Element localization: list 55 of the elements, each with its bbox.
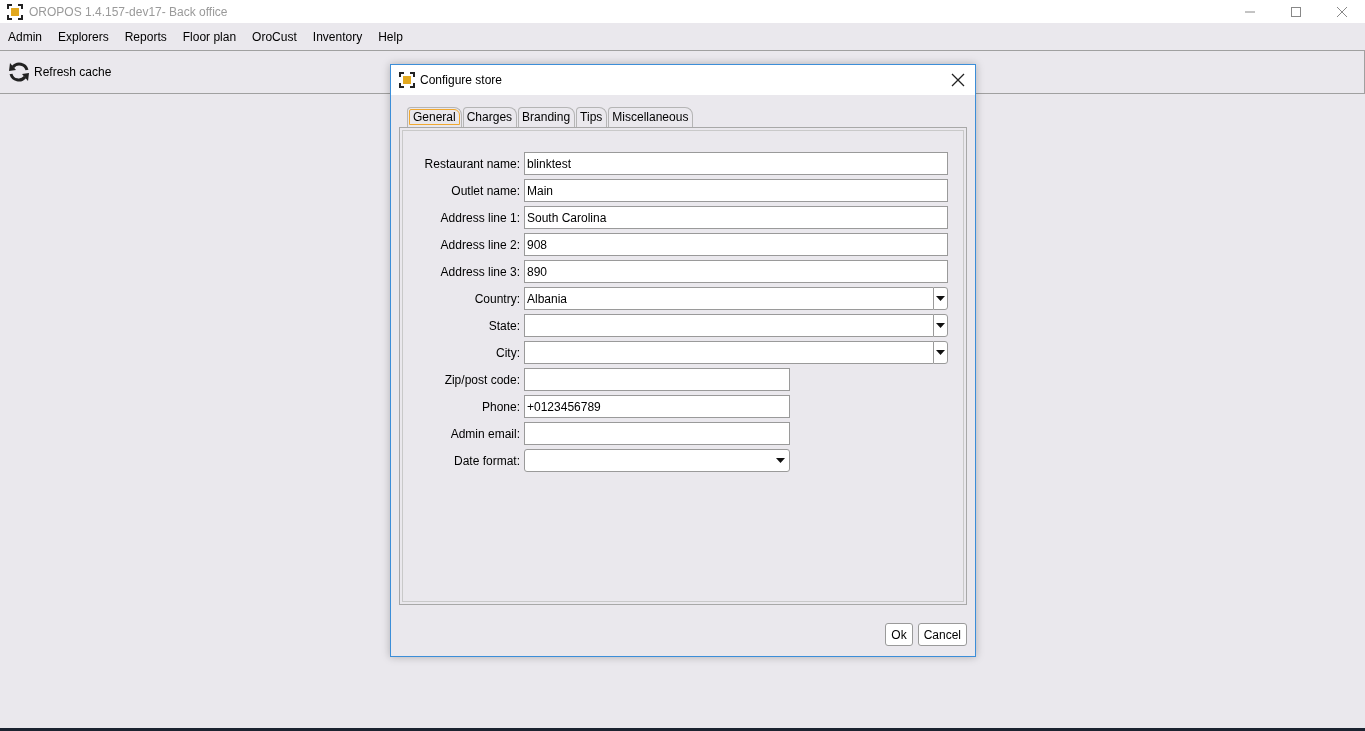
menu-item[interactable]: Explorers xyxy=(52,29,115,44)
dropdown-field[interactable] xyxy=(524,449,790,472)
menu-item[interactable]: Help xyxy=(372,29,409,44)
dropdown-button[interactable] xyxy=(933,314,948,337)
dialog-button[interactable]: Cancel xyxy=(917,623,967,646)
field-label: Zip/post code: xyxy=(443,372,521,387)
menu-item[interactable]: Reports xyxy=(118,29,173,44)
caret-icon xyxy=(936,296,945,301)
app-logo-icon xyxy=(7,3,23,20)
text-field[interactable]: +0123456789 xyxy=(524,395,790,418)
tab[interactable]: Tips xyxy=(576,107,608,127)
field-label: City: xyxy=(495,345,521,360)
menu-item[interactable]: OroCust xyxy=(246,29,303,44)
field-label: Admin email: xyxy=(449,426,521,441)
combo-field[interactable] xyxy=(524,341,933,364)
dialog-title: Configure store xyxy=(420,73,503,87)
menu-item[interactable]: Inventory xyxy=(306,29,369,44)
field-label: Restaurant name: xyxy=(423,156,521,171)
caret-icon xyxy=(936,350,945,355)
menu-item[interactable]: Admin xyxy=(2,29,48,44)
tab[interactable]: Branding xyxy=(518,107,576,127)
field-label: Date format: xyxy=(452,453,521,468)
dropdown-button[interactable] xyxy=(933,341,948,364)
field-label: Outlet name: xyxy=(450,183,521,198)
refresh-icon xyxy=(8,61,30,83)
window-title: OROPOS 1.4.157-dev17- Back office xyxy=(29,4,228,19)
tab[interactable]: Charges xyxy=(462,107,518,127)
field-label: Phone: xyxy=(480,399,521,414)
close-button[interactable] xyxy=(949,71,967,89)
text-field[interactable]: Main xyxy=(524,179,948,202)
field-label: Address line 1: xyxy=(439,210,521,225)
field-label: Address line 2: xyxy=(439,237,521,252)
combo-field[interactable] xyxy=(524,314,933,337)
dropdown-button[interactable] xyxy=(933,287,948,310)
caret-icon xyxy=(776,458,785,463)
close-icon xyxy=(951,73,965,87)
refresh-cache-button[interactable]: Refresh cache xyxy=(6,59,114,85)
maximize-icon xyxy=(1291,6,1301,17)
menu-item[interactable]: Floor plan xyxy=(176,29,243,44)
text-field[interactable] xyxy=(524,422,790,445)
text-field[interactable]: blinktest xyxy=(524,152,948,175)
field-label: Country: xyxy=(473,291,521,306)
dialog-button[interactable]: Ok xyxy=(885,623,913,646)
tab[interactable]: Miscellaneous xyxy=(608,107,694,127)
text-field[interactable]: 908 xyxy=(524,233,948,256)
app-logo-icon xyxy=(399,72,415,88)
text-field[interactable]: 890 xyxy=(524,260,948,283)
text-field[interactable] xyxy=(524,368,790,391)
close-icon xyxy=(1337,6,1347,17)
tab[interactable]: General xyxy=(407,107,462,127)
field-label: State: xyxy=(487,318,521,333)
combo-field[interactable]: Albania xyxy=(524,287,933,310)
text-field[interactable]: South Carolina xyxy=(524,206,948,229)
caret-icon xyxy=(936,323,945,328)
field-label: Address line 3: xyxy=(439,264,521,279)
